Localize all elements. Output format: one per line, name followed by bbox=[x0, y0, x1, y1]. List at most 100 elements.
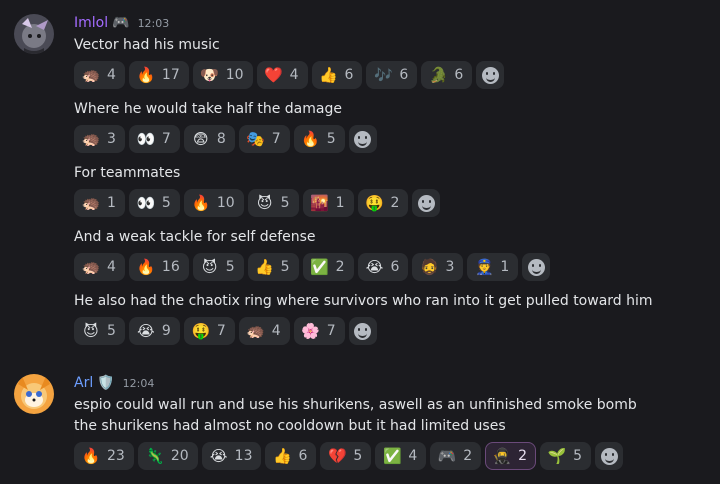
avatar[interactable] bbox=[14, 374, 54, 414]
reaction-pill[interactable]: 👮 1 bbox=[467, 253, 519, 281]
add-reaction-button[interactable] bbox=[412, 189, 441, 217]
reaction-pill[interactable]: 👀 5 bbox=[128, 189, 180, 217]
smiley-icon bbox=[354, 130, 372, 148]
add-reaction-button[interactable] bbox=[522, 253, 551, 281]
reaction-count: 1 bbox=[500, 259, 510, 275]
reaction-pill[interactable]: ✅ 2 bbox=[302, 253, 354, 281]
timestamp: 12:03 bbox=[137, 16, 170, 30]
reaction-count: 10 bbox=[216, 195, 235, 211]
reaction-pill[interactable]: 🦔 1 bbox=[74, 189, 125, 217]
reaction-pill[interactable]: 😨 8 bbox=[183, 125, 235, 153]
add-reaction-button[interactable] bbox=[595, 442, 624, 470]
reaction-pill[interactable]: 😭 9 bbox=[128, 317, 180, 345]
reaction-pill[interactable]: 🤑 7 bbox=[183, 317, 235, 345]
vector-dancing-custom-icon: 🐊 bbox=[429, 65, 448, 84]
fire-icon: 🔥 bbox=[136, 257, 156, 276]
loudly-crying-face-icon: 😭 bbox=[209, 446, 228, 465]
reaction-pill[interactable]: 🌸 7 bbox=[293, 317, 345, 345]
reaction-pill[interactable]: 🌱 5 bbox=[540, 442, 592, 470]
dark-creature-custom-icon: 😈 bbox=[201, 257, 218, 276]
money-mouth-face-icon: 🤑 bbox=[191, 321, 211, 340]
reaction-count: 3 bbox=[107, 131, 116, 147]
reaction-pill[interactable]: 🔥 5 bbox=[293, 125, 345, 153]
reaction-count: 6 bbox=[298, 448, 308, 464]
add-reaction-button[interactable] bbox=[476, 61, 505, 89]
avatar[interactable] bbox=[14, 14, 54, 54]
reaction-count: 10 bbox=[225, 67, 244, 83]
eyes-icon: 👀 bbox=[136, 129, 156, 148]
message-header: Imlol 🎮 12:03 bbox=[74, 13, 169, 33]
reaction-pill[interactable]: 🦔 4 bbox=[74, 253, 125, 281]
reaction-bar: 😈 5 😭 9 🤑 7 🦔 4 🌸 7 bbox=[74, 317, 377, 345]
message-text: espio could wall run and use his shurike… bbox=[74, 397, 637, 413]
sonic-custom-icon: 🦔 bbox=[81, 193, 101, 212]
reaction-pill[interactable]: 😈 5 bbox=[74, 317, 125, 345]
broken-heart-icon: 💔 bbox=[328, 446, 347, 465]
reaction-count: 17 bbox=[161, 67, 180, 83]
reaction-count: 2 bbox=[463, 448, 473, 464]
add-reaction-button[interactable] bbox=[348, 317, 377, 345]
reaction-pill[interactable]: 🦔 3 bbox=[74, 125, 125, 153]
sonic-custom-icon: 🦔 bbox=[81, 257, 101, 276]
reaction-pill[interactable]: ❤️ 4 bbox=[256, 61, 308, 89]
reaction-pill[interactable]: 👀 7 bbox=[128, 125, 180, 153]
reaction-pill[interactable]: 😈 5 bbox=[192, 253, 244, 281]
police-character-custom-icon: 👮 bbox=[475, 257, 494, 276]
username[interactable]: Arl bbox=[74, 375, 93, 391]
reaction-pill[interactable]: 💔 5 bbox=[320, 442, 372, 470]
loudly-crying-face-icon: 😭 bbox=[137, 321, 155, 340]
username[interactable]: Imlol bbox=[74, 15, 108, 31]
reaction-count: 6 bbox=[344, 67, 354, 83]
dark-creature-custom-icon: 😈 bbox=[256, 193, 273, 212]
reaction-count: 5 bbox=[107, 323, 116, 339]
reaction-pill[interactable]: ✅ 4 bbox=[375, 442, 427, 470]
pixel-character-custom-icon: 🎭 bbox=[246, 129, 266, 148]
reaction-bar: 🦔 1 👀 5 🔥 10 😈 5 🌇 1 🤑 2 bbox=[74, 189, 441, 217]
add-reaction-button[interactable] bbox=[348, 125, 377, 153]
message-text: He also had the chaotix ring where survi… bbox=[74, 293, 653, 309]
reaction-count: 7 bbox=[216, 323, 226, 339]
reaction-pill[interactable]: 🧔 3 bbox=[412, 253, 464, 281]
smiley-icon bbox=[527, 258, 545, 276]
reaction-pill[interactable]: 😭 6 bbox=[357, 253, 409, 281]
reaction-pill[interactable]: 🦔 4 bbox=[238, 317, 290, 345]
reaction-count: 16 bbox=[161, 259, 180, 275]
reaction-count: 6 bbox=[399, 67, 409, 83]
reaction-count: 5 bbox=[326, 131, 336, 147]
reaction-pill[interactable]: 🎭 7 bbox=[238, 125, 290, 153]
reaction-count: 4 bbox=[107, 259, 116, 275]
check-mark-icon: ✅ bbox=[310, 257, 329, 276]
reaction-pill[interactable]: 🐶 10 bbox=[192, 61, 253, 89]
reaction-pill[interactable]: 🥷 2 bbox=[485, 442, 537, 470]
reaction-pill[interactable]: 👍 6 bbox=[265, 442, 317, 470]
reaction-count: 9 bbox=[161, 323, 171, 339]
reaction-pill[interactable]: 🎮 2 bbox=[430, 442, 482, 470]
reaction-pill[interactable]: 🦔 4 bbox=[74, 61, 125, 89]
message-text: Vector had his music bbox=[74, 37, 220, 53]
reaction-pill[interactable]: 🔥 23 bbox=[74, 442, 134, 470]
reaction-count: 7 bbox=[271, 131, 281, 147]
reaction-pill[interactable]: 👍 5 bbox=[247, 253, 299, 281]
reaction-pill[interactable]: 😭 13 bbox=[201, 442, 262, 470]
reaction-pill[interactable]: 😈 5 bbox=[247, 189, 299, 217]
reaction-pill[interactable]: 🔥 10 bbox=[183, 189, 244, 217]
sonic-custom-icon: 🦔 bbox=[81, 129, 101, 148]
reaction-count: 7 bbox=[161, 131, 171, 147]
game-controller-icon: 🎮 bbox=[112, 15, 130, 31]
reaction-pill[interactable]: 🦎 20 bbox=[137, 442, 198, 470]
reaction-count: 5 bbox=[161, 195, 171, 211]
thumbs-up-icon: 👍 bbox=[319, 65, 338, 84]
reaction-count: 23 bbox=[107, 448, 125, 464]
reaction-count: 13 bbox=[234, 448, 253, 464]
reaction-pill[interactable]: 🎶 6 bbox=[366, 61, 418, 89]
reaction-pill[interactable]: 🐊 6 bbox=[421, 61, 473, 89]
reaction-pill[interactable]: 🔥 17 bbox=[128, 61, 189, 89]
plant-custom-icon: 🌱 bbox=[547, 446, 567, 465]
reaction-pill[interactable]: 👍 6 bbox=[311, 61, 363, 89]
reaction-count: 5 bbox=[280, 259, 290, 275]
reaction-pill[interactable]: 🔥 16 bbox=[128, 253, 189, 281]
reaction-pill[interactable]: 🤑 2 bbox=[357, 189, 409, 217]
reaction-bar: 🦔 4 🔥 16 😈 5 👍 5 ✅ 2 😭 6 🧔 3 👮 1 bbox=[74, 253, 551, 281]
reaction-pill[interactable]: 🌇 1 bbox=[302, 189, 354, 217]
fire-icon: 🔥 bbox=[191, 193, 211, 212]
